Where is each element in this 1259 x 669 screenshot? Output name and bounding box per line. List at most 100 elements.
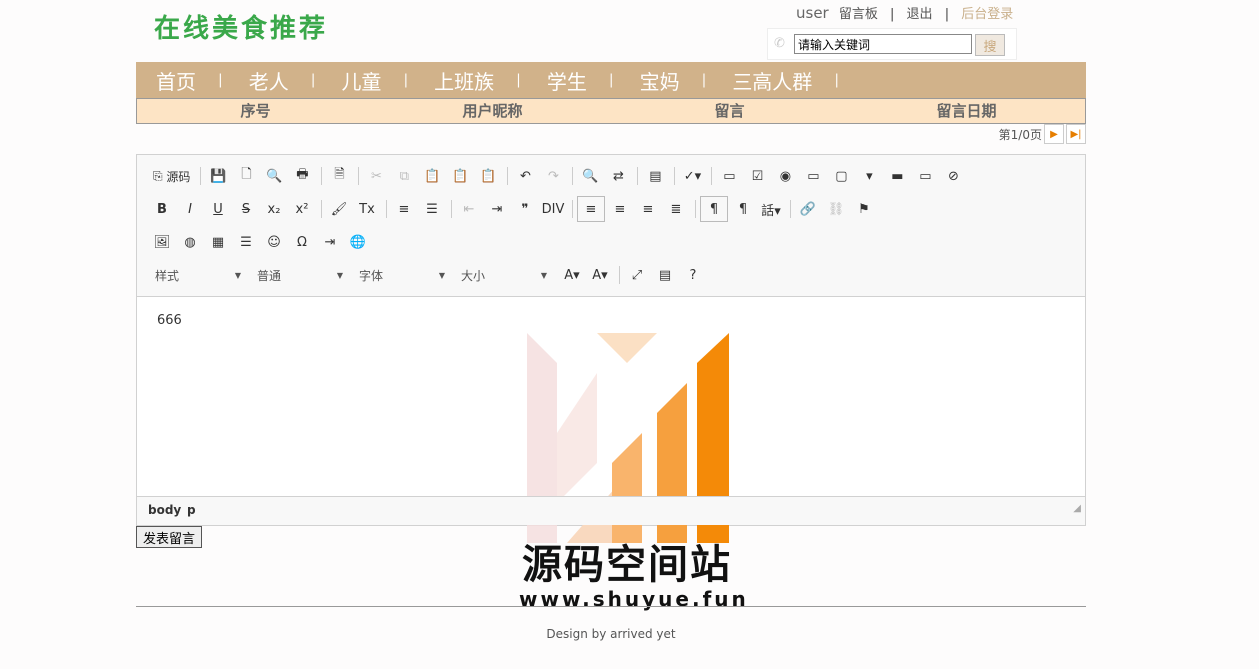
language-icon[interactable]: 話▾ [758,197,784,221]
strikethrough-icon[interactable]: S [233,197,259,221]
remove-format-icon[interactable]: Tx [354,197,380,221]
special-char-icon[interactable]: Ω [289,230,315,254]
anchor-icon[interactable]: ⚑ [851,197,877,221]
save-icon[interactable]: 💾 [205,164,231,188]
toolbar-row: 样式 ▼ 普通 ▼ 字体 ▼ 大小 ▼ A▾ A▾ ⤢ ▤ ? [151,262,708,288]
preview-icon[interactable]: 🔍 [261,164,287,188]
nav-item-home[interactable]: 首页 | [156,66,249,95]
search-box: ✆ 搜 [767,28,1017,60]
source-button[interactable]: ⎘ 源码 [149,164,194,188]
post-message-button[interactable]: 发表留言 [136,526,203,548]
logout-link[interactable]: 退出 [907,7,933,22]
textarea-icon[interactable]: ▢ [828,164,854,188]
nav-item-mothers[interactable]: 宝妈 | [640,66,733,95]
toolbar-row: B I U S x₂ x² 🖌 Tx ≡ ☰ ⇤ ⇥ ❞ DIV ≡ ≡ ≡ ≣… [149,196,879,222]
last-page-icon[interactable]: ▶| [1066,124,1086,144]
select-field-icon[interactable]: ▾ [856,164,882,188]
text-color-icon[interactable]: A▾ [559,263,585,287]
paste-text-icon[interactable]: 📋 [447,164,473,188]
undo-icon[interactable]: ↶ [512,164,538,188]
show-blocks-icon[interactable]: ▤ [652,263,678,287]
unlink-icon[interactable]: ⛓ [823,197,849,221]
page-break-icon[interactable]: ⇥ [317,230,343,254]
subscript-icon[interactable]: x₂ [261,197,287,221]
underline-icon[interactable]: U [205,197,231,221]
horizontal-line-icon[interactable]: ☰ [233,230,259,254]
new-page-icon[interactable]: 🗋 [233,164,259,188]
nav-item-children[interactable]: 儿童 | [341,66,434,95]
table-icon[interactable]: ▦ [205,230,231,254]
nav-item-office-workers[interactable]: 上班族 | [434,66,547,95]
text-direction-ltr-icon[interactable]: ¶ [700,196,728,222]
align-center-icon[interactable]: ≡ [607,197,633,221]
justify-icon[interactable]: ≣ [663,197,689,221]
admin-login-link[interactable]: 后台登录 [961,7,1013,22]
top-links: user 留言板 | 退出 | 后台登录 [796,3,1013,22]
image-icon[interactable]: 🖼 [149,230,175,254]
guestbook-link[interactable]: 留言板 [839,7,878,22]
nav-item-students[interactable]: 学生 | [547,66,640,95]
textfield-icon[interactable]: ▭ [800,164,826,188]
about-icon[interactable]: ? [680,263,706,287]
image-button-icon[interactable]: ▭ [912,164,938,188]
size-combo[interactable]: 大小 ▼ [457,264,551,286]
align-left-icon[interactable]: ≡ [577,196,605,222]
replace-icon[interactable]: ⇄ [605,164,631,188]
link-icon[interactable]: 🔗 [795,197,821,221]
copy-format-icon[interactable]: 🖌 [326,197,352,221]
nav-item-elderly[interactable]: 老人 | [249,66,342,95]
hidden-field-icon[interactable]: ⊘ [940,164,966,188]
resize-handle-icon[interactable]: ◢ [1073,503,1081,521]
maximize-icon[interactable]: ⤢ [624,263,650,287]
superscript-icon[interactable]: x² [289,197,315,221]
form-icon[interactable]: ▭ [716,164,742,188]
bg-color-icon[interactable]: A▾ [587,263,613,287]
paste-icon[interactable]: 📋 [419,164,445,188]
styles-combo[interactable]: 样式 ▼ [151,264,245,286]
text-direction-rtl-icon[interactable]: ¶ [730,197,756,221]
search-input[interactable] [794,34,972,54]
paste-word-icon[interactable]: 📋 [475,164,501,188]
print-icon[interactable]: 🖶 [289,164,315,188]
blockquote-icon[interactable]: ❞ [512,197,538,221]
editor-content[interactable]: 666 源码空间站 www.shuyue.fun [137,297,1085,611]
italic-icon[interactable]: I [177,197,203,221]
toolbar-row: ⎘ 源码 💾 🗋 🔍 🖶 🗎 ✂ ⧉ 📋 📋 📋 ↶ ↷ 🔍 ⇄ ▤ ✓▾ ▭ … [149,163,968,189]
cut-icon[interactable]: ✂ [363,164,389,188]
numbered-list-icon[interactable]: ≡ [391,197,417,221]
nav-item-high-risk-group[interactable]: 三高人群 | [732,66,865,95]
flash-icon[interactable]: ◍ [177,230,203,254]
div-container-icon[interactable]: DIV [540,197,566,221]
next-page-icon[interactable]: ▶ [1044,124,1064,144]
rich-text-editor: ⎘ 源码 💾 🗋 🔍 🖶 🗎 ✂ ⧉ 📋 📋 📋 ↶ ↷ 🔍 ⇄ ▤ ✓▾ ▭ … [136,154,1086,611]
editor-paragraph[interactable]: 666 [157,313,1065,328]
format-combo[interactable]: 普通 ▼ [253,264,347,286]
checkbox-icon[interactable]: ☑ [744,164,770,188]
path-item-p[interactable]: p [187,503,196,517]
watermark-title: 源码空间站 [522,542,732,588]
templates-icon[interactable]: 🗎 [326,164,352,188]
select-all-icon[interactable]: ▤ [642,164,668,188]
site-logo[interactable]: 在线美食推荐 [154,8,328,45]
toolbar-row: 🖼 ◍ ▦ ☰ ☺ Ω ⇥ 🌐 [149,229,373,255]
redo-icon[interactable]: ↷ [540,164,566,188]
iframe-icon[interactable]: 🌐 [345,230,371,254]
pager: 第1/0页 ▶ ▶| [999,124,1086,144]
indent-icon[interactable]: ⇥ [484,197,510,221]
column-header-date: 留言日期 [936,102,997,120]
bulleted-list-icon[interactable]: ☰ [419,197,445,221]
spellcheck-icon[interactable]: ✓▾ [679,164,705,188]
bold-icon[interactable]: B [149,197,175,221]
path-item-body[interactable]: body [148,503,181,517]
radio-icon[interactable]: ◉ [772,164,798,188]
find-icon[interactable]: 🔍 [577,164,603,188]
button-field-icon[interactable]: ▬ [884,164,910,188]
copy-icon[interactable]: ⧉ [391,164,417,188]
outdent-icon[interactable]: ⇤ [456,197,482,221]
footer-credit: Design by arrived yet [546,627,676,641]
align-right-icon[interactable]: ≡ [635,197,661,221]
column-header-message: 留言 [714,102,745,120]
font-combo[interactable]: 字体 ▼ [355,264,449,286]
search-button[interactable]: 搜 [975,34,1005,56]
smiley-icon[interactable]: ☺ [261,230,287,254]
